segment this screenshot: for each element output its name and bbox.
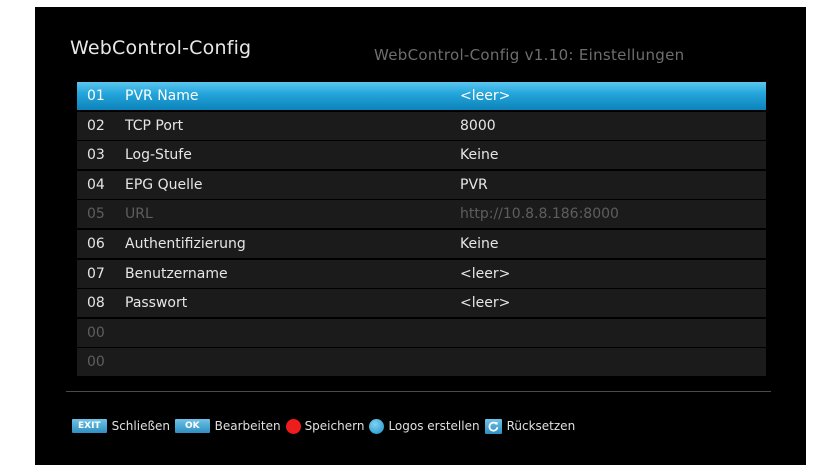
red-button-icon[interactable] bbox=[285, 418, 301, 434]
row-number: 06 bbox=[87, 235, 105, 252]
setting-row-url: 05 URL http://10.8.8.186:8000 bbox=[77, 200, 766, 229]
row-value: PVR bbox=[460, 176, 488, 193]
row-label: Benutzername bbox=[125, 265, 228, 282]
row-number: 02 bbox=[87, 117, 105, 134]
row-number: 04 bbox=[87, 176, 105, 193]
row-number: 03 bbox=[87, 147, 105, 164]
row-label: TCP Port bbox=[125, 117, 184, 134]
reset-label: Rücksetzen bbox=[506, 419, 576, 433]
row-value: http://10.8.8.186:8000 bbox=[460, 206, 619, 223]
row-label: Passwort bbox=[125, 295, 188, 312]
page-title: WebControl-Config bbox=[70, 37, 252, 59]
setting-row-empty: 00 bbox=[77, 318, 766, 347]
row-number: 01 bbox=[87, 88, 105, 104]
setting-row-password[interactable]: 08 Passwort <leer> bbox=[77, 289, 766, 318]
exit-key[interactable]: EXIT bbox=[72, 419, 107, 433]
row-value: Keine bbox=[460, 235, 499, 252]
tv-screen: WebControl-Config WebControl-Config v1.1… bbox=[35, 7, 806, 465]
setting-row-tcp-port[interactable]: 02 TCP Port 8000 bbox=[77, 111, 766, 140]
row-label: Log-Stufe bbox=[125, 147, 192, 164]
setting-row-authentication[interactable]: 06 Authentifizierung Keine bbox=[77, 229, 766, 258]
ok-label: Bearbeiten bbox=[214, 419, 281, 433]
row-label: PVR Name bbox=[125, 88, 199, 104]
row-label: Authentifizierung bbox=[125, 235, 246, 252]
row-value: <leer> bbox=[460, 295, 511, 312]
ok-key[interactable]: OK bbox=[175, 419, 210, 433]
row-number: 07 bbox=[87, 265, 105, 282]
setting-row-epg-source[interactable]: 04 EPG Quelle PVR bbox=[77, 170, 766, 199]
row-number: 08 bbox=[87, 295, 105, 312]
save-label: Speichern bbox=[304, 419, 365, 433]
setting-row-username[interactable]: 07 Benutzername <leer> bbox=[77, 259, 766, 288]
setting-row-empty: 00 bbox=[77, 348, 766, 377]
row-number: 05 bbox=[87, 206, 105, 223]
row-value: <leer> bbox=[460, 265, 511, 282]
setting-row-log-level[interactable]: 03 Log-Stufe Keine bbox=[77, 141, 766, 170]
row-label: URL bbox=[125, 206, 153, 223]
row-number: 00 bbox=[87, 354, 105, 371]
blue-button-icon[interactable] bbox=[369, 418, 385, 434]
settings-list: 01 PVR Name <leer> 02 TCP Port 8000 03 L… bbox=[77, 82, 766, 378]
page-subtitle: WebControl-Config v1.10: Einstellungen bbox=[374, 46, 685, 64]
exit-label: Schließen bbox=[111, 419, 170, 433]
create-logos-label: Logos erstellen bbox=[388, 419, 480, 433]
row-value: Keine bbox=[460, 147, 499, 164]
row-number: 00 bbox=[87, 324, 105, 341]
setting-row-pvr-name[interactable]: 01 PVR Name <leer> bbox=[77, 82, 766, 110]
button-legend: EXIT Schließen OK Bearbeiten Speichern L… bbox=[72, 417, 580, 435]
footer-divider bbox=[66, 391, 771, 392]
row-label: EPG Quelle bbox=[125, 176, 203, 193]
reset-icon[interactable] bbox=[484, 418, 502, 434]
row-value: 8000 bbox=[460, 117, 496, 134]
row-value: <leer> bbox=[460, 88, 511, 104]
